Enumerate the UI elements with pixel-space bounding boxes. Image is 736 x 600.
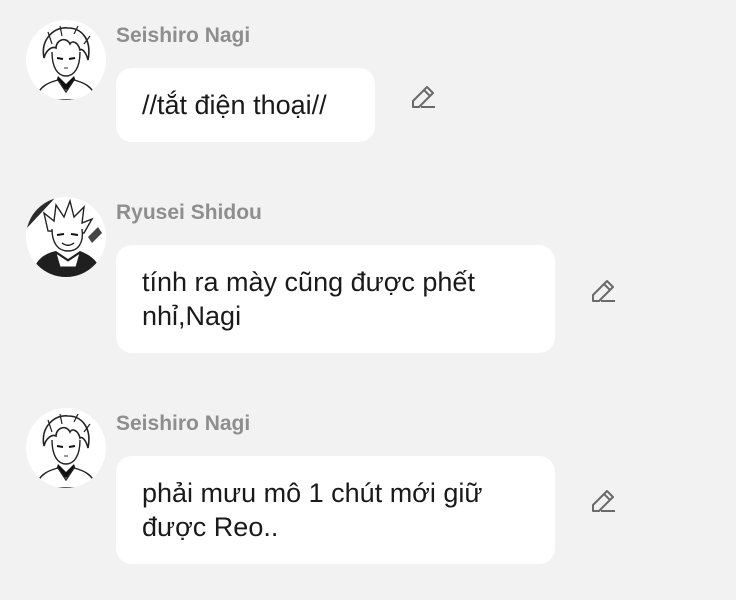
avatar[interactable] [26,197,106,277]
avatar[interactable] [26,20,106,100]
sender-name: Seishiro Nagi [116,412,251,435]
sender-name: Seishiro Nagi [116,24,251,47]
message-bubble: tính ra mày cũng được phết nhỉ,Nagi [116,245,555,353]
sender-name: Ryusei Shidou [116,201,262,224]
pencil-edit-icon[interactable] [588,276,618,306]
shidou-avatar-image [26,197,106,277]
message-text: //tắt điện thoại// [142,90,327,120]
avatar[interactable] [26,408,106,488]
pencil-edit-icon[interactable] [408,82,438,112]
message-text: phải mưu mô 1 chút mới giữ được Reo.. [142,478,483,542]
nagi-avatar-image [35,25,97,100]
message-bubble: phải mưu mô 1 chút mới giữ được Reo.. [116,456,555,564]
nagi-avatar-image [35,413,97,488]
pencil-edit-icon[interactable] [588,486,618,516]
message-bubble: //tắt điện thoại// [116,68,375,142]
message-text: tính ra mày cũng được phết nhỉ,Nagi [142,267,475,331]
